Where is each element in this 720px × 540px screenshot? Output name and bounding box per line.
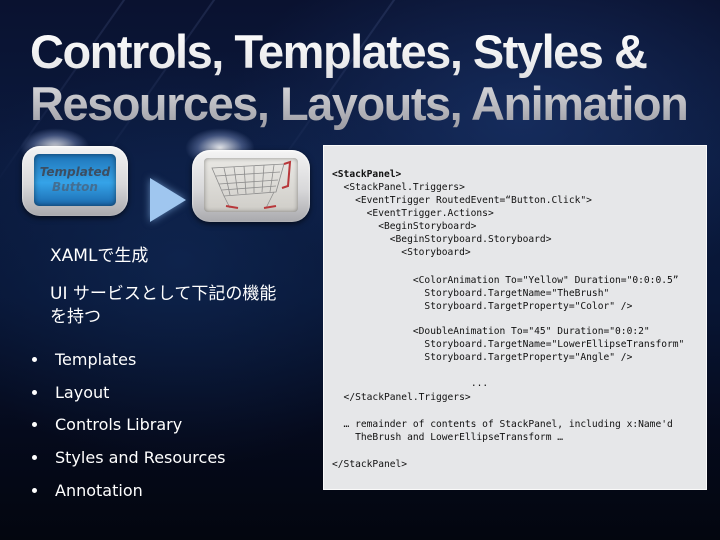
code-line: Storyboard.TargetProperty="Color" /> bbox=[332, 301, 633, 312]
bullet-icon bbox=[32, 422, 37, 428]
code-line: <StackPanel> bbox=[332, 169, 402, 180]
list-item-label: Controls Library bbox=[55, 415, 183, 435]
list-item: Templates bbox=[30, 343, 226, 376]
title-line-1: Controls, Templates, Styles & bbox=[30, 25, 647, 78]
code-line: TheBrush and LowerEllipseTransform … bbox=[332, 432, 564, 443]
bullet-icon bbox=[32, 356, 37, 362]
cart-button-face bbox=[204, 158, 298, 212]
code-line: <BeginStoryboard> bbox=[332, 221, 477, 232]
templated-button-face: Templated Button bbox=[34, 154, 116, 206]
list-item: Styles and Resources bbox=[30, 441, 226, 474]
cart-button[interactable] bbox=[192, 150, 310, 222]
feature-list: Templates Layout Controls Library Styles… bbox=[30, 343, 226, 506]
xaml-code-block: <StackPanel> <StackPanel.Triggers> <Even… bbox=[323, 145, 707, 490]
code-line: ... bbox=[390, 378, 489, 389]
list-item: Controls Library bbox=[30, 408, 226, 441]
code-line: </StackPanel> bbox=[332, 459, 408, 470]
code-line: <EventTrigger.Actions> bbox=[332, 208, 494, 219]
list-item-label: Annotation bbox=[55, 480, 143, 500]
code-line: <Storyboard> bbox=[332, 247, 471, 258]
bullet-icon bbox=[32, 389, 37, 395]
templated-button[interactable]: Templated Button bbox=[22, 146, 128, 216]
shopping-cart-icon bbox=[211, 160, 292, 209]
templated-button-label-1: Templated bbox=[39, 165, 111, 179]
ui-services-line-2: を持つ bbox=[50, 307, 101, 327]
title-line-2: Resources, Layouts, Animation bbox=[30, 77, 688, 130]
slide-title: Controls, Templates, Styles & Resources,… bbox=[30, 26, 687, 130]
code-line: <BeginStoryboard.Storyboard> bbox=[332, 234, 552, 245]
code-line: <DoubleAnimation To="45" Duration="0:0:2… bbox=[332, 326, 650, 337]
list-item-label: Layout bbox=[55, 382, 110, 402]
ui-services-line-1: UI サービスとして下記の機能 bbox=[50, 284, 277, 304]
list-item-label: Templates bbox=[55, 349, 137, 369]
play-triangle-icon bbox=[150, 178, 186, 222]
templated-button-label-2: Button bbox=[52, 180, 98, 194]
xaml-label: XAMLで生成 bbox=[50, 246, 149, 266]
code-line: </StackPanel.Triggers> bbox=[332, 392, 471, 403]
list-item: Annotation bbox=[30, 474, 226, 507]
code-line: … remainder of contents of StackPanel, i… bbox=[332, 419, 673, 430]
code-line: Storyboard.TargetName="TheBrush" bbox=[332, 288, 610, 299]
code-line: <EventTrigger RoutedEvent=“Button.Click"… bbox=[332, 195, 592, 206]
ui-services-text: UI サービスとして下記の機能 を持つ bbox=[50, 283, 276, 329]
code-line: <StackPanel.Triggers> bbox=[332, 182, 465, 193]
bullet-icon bbox=[32, 454, 37, 460]
code-line: Storyboard.TargetName="LowerEllipseTrans… bbox=[332, 339, 685, 350]
code-line: Storyboard.TargetProperty="Angle" /> bbox=[332, 352, 633, 363]
bullet-icon bbox=[32, 487, 37, 493]
code-line: <ColorAnimation To="Yellow" Duration="0:… bbox=[332, 275, 679, 286]
list-item-label: Styles and Resources bbox=[55, 447, 226, 467]
list-item: Layout bbox=[30, 376, 226, 409]
